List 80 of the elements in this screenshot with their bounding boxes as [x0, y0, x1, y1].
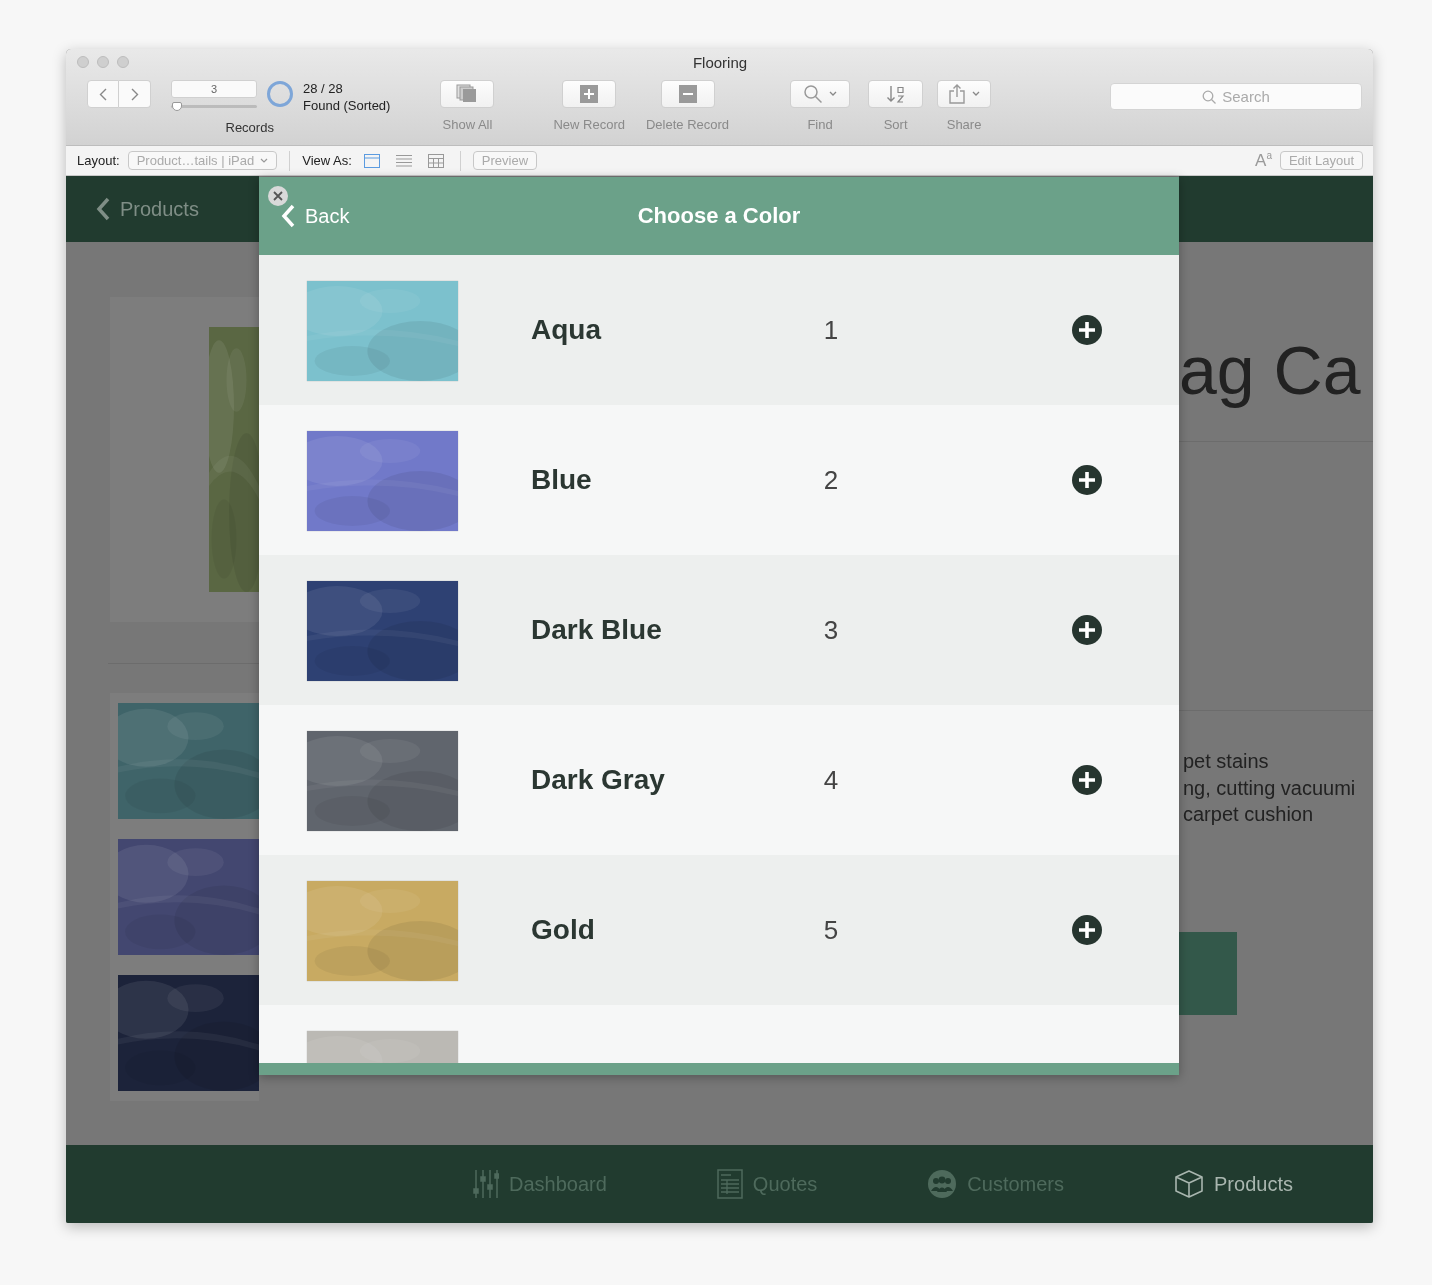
add-icon[interactable]	[1072, 465, 1102, 495]
color-name: Aqua	[531, 314, 603, 346]
show-all-button[interactable]	[440, 80, 495, 108]
back-link[interactable]: Products	[120, 197, 199, 221]
caret-icon	[260, 157, 269, 164]
color-number: 3	[822, 614, 840, 646]
button-label: Sort	[883, 117, 908, 132]
slider-thumb[interactable]	[172, 102, 182, 111]
previous-button[interactable]	[87, 80, 119, 108]
preview-button[interactable]: Preview	[472, 151, 538, 170]
window-control[interactable]	[77, 56, 89, 68]
color-number: 5	[822, 914, 840, 946]
text-size-button[interactable]: A$^{a}$	[1255, 150, 1272, 171]
chevron-left-icon	[99, 87, 107, 101]
description-text: pet stains	[1183, 749, 1270, 774]
button-label: Delete Record	[645, 117, 730, 132]
add-icon[interactable]	[1072, 765, 1102, 795]
color-number: 1	[822, 314, 840, 346]
window-control[interactable]	[117, 56, 129, 68]
share-icon	[948, 84, 967, 104]
color-name: Blue	[531, 464, 593, 496]
description-text: ng, cutting vacuumi	[1183, 775, 1357, 801]
close-icon	[273, 191, 283, 201]
close-button[interactable]	[268, 186, 288, 206]
search-icon	[803, 84, 824, 104]
sliders-icon	[473, 1169, 499, 1199]
found-status: Found (Sorted)	[303, 97, 391, 114]
add-icon[interactable]	[1072, 915, 1102, 945]
color-row[interactable]: Gold 5	[259, 855, 1179, 1005]
box-icon	[1174, 1169, 1205, 1199]
records-label: Records	[225, 120, 274, 135]
share-button[interactable]	[937, 80, 992, 108]
stacked-pages-icon	[456, 84, 479, 104]
description-text: carpet cushion	[1183, 802, 1315, 827]
caret-icon	[972, 91, 981, 97]
document-icon	[716, 1169, 743, 1199]
people-icon	[927, 1169, 958, 1199]
minus-icon	[678, 85, 697, 103]
chevron-left-icon	[281, 204, 295, 228]
add-icon[interactable]	[1072, 615, 1102, 645]
color-name: Dark Blue	[531, 614, 663, 646]
color-name: Dark Gray	[531, 764, 666, 796]
layout-label: Layout:	[77, 153, 120, 168]
color-row[interactable]: Aqua 1	[259, 255, 1179, 405]
color-row[interactable]: Blue 2	[259, 405, 1179, 555]
view-as-label: View As:	[302, 153, 352, 168]
chevron-left-icon	[96, 197, 110, 221]
edit-layout-button[interactable]: Edit Layout	[1279, 151, 1363, 170]
plus-icon	[580, 85, 599, 103]
button-label: Show All	[442, 117, 493, 132]
search-icon	[1202, 89, 1217, 104]
delete-record-button[interactable]	[660, 80, 715, 108]
popover-title: Choose a Color	[636, 203, 802, 229]
find-button[interactable]	[790, 80, 851, 108]
found-count: 28 / 28	[303, 80, 344, 97]
next-button[interactable]	[119, 80, 151, 108]
back-button[interactable]: Back	[259, 204, 459, 228]
color-name: Gold	[531, 914, 596, 946]
caret-icon	[829, 91, 838, 97]
layout-dropdown[interactable]: Product…tails | iPad	[127, 151, 278, 170]
color-row[interactable]: Dark Blue 3	[259, 555, 1179, 705]
sort-button[interactable]	[868, 80, 924, 108]
color-number: 2	[822, 464, 840, 496]
product-title: ag Ca	[1179, 331, 1362, 410]
search-field[interactable]: Search	[1110, 83, 1362, 110]
color-row[interactable]: Dark Gray 4	[259, 705, 1179, 855]
button-label: New Record	[553, 117, 625, 132]
button-label: Share	[946, 117, 982, 132]
record-number-field[interactable]: 3	[171, 80, 257, 98]
add-icon[interactable]	[1072, 315, 1102, 345]
sort-icon	[885, 84, 906, 104]
progress-ring	[267, 81, 293, 107]
window-control[interactable]	[97, 56, 109, 68]
chevron-right-icon	[130, 87, 139, 101]
new-record-button[interactable]	[562, 80, 617, 108]
color-number: 4	[822, 764, 840, 796]
nav-tab[interactable]: Products	[1174, 1169, 1293, 1199]
record-slider[interactable]	[171, 105, 257, 108]
button-label: Find	[807, 117, 833, 132]
window-title: Flooring	[692, 53, 748, 71]
